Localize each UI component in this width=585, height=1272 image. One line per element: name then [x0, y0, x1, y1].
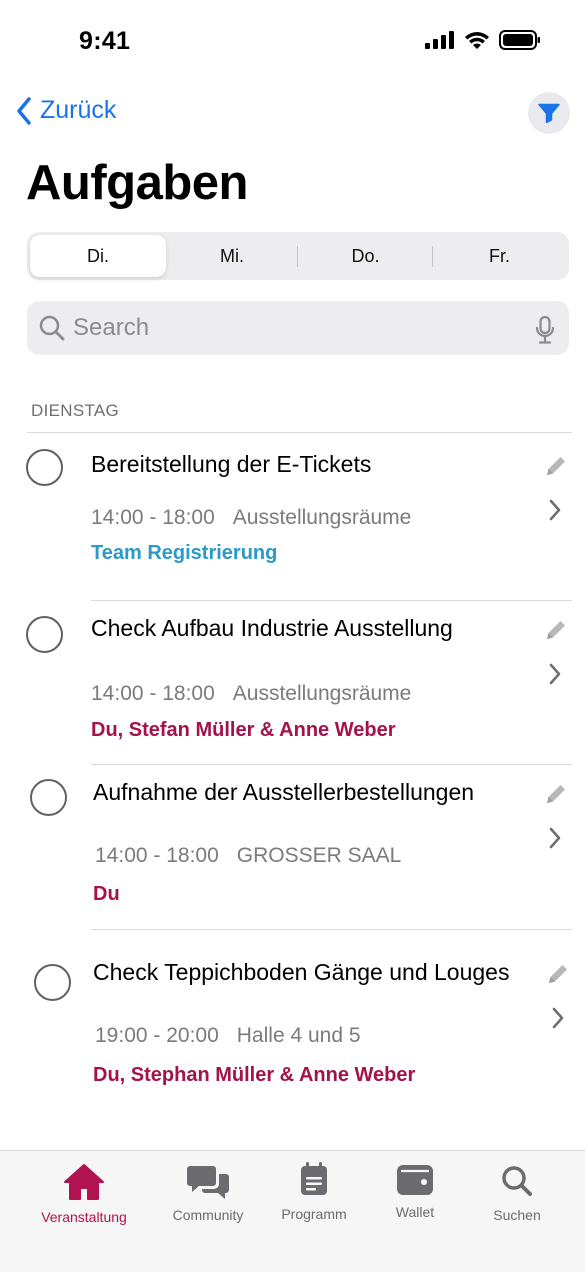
filter-icon	[538, 103, 560, 123]
tab-label: Wallet	[395, 1204, 435, 1220]
day-segmented-control: Di. Mi. Do. Fr.	[27, 232, 569, 280]
battery-icon	[499, 30, 540, 50]
task-location: Ausstellungsräume	[232, 682, 412, 705]
status-icons	[425, 30, 541, 50]
task-checkbox[interactable]	[34, 964, 71, 1001]
wifi-icon	[465, 31, 489, 49]
microphone-icon[interactable]	[535, 316, 555, 344]
task-assignee: Du	[93, 883, 120, 905]
segment-tuesday[interactable]: Di.	[30, 235, 166, 277]
chevron-right-icon[interactable]	[551, 1006, 565, 1030]
pencil-icon[interactable]	[545, 961, 571, 987]
search-icon	[39, 315, 65, 341]
task-location: Halle 4 und 5	[236, 1024, 361, 1047]
status-bar: 9:41	[0, 0, 585, 84]
task-row[interactable]: Check Teppichboden Gänge und Louges 19:0…	[0, 930, 585, 1100]
task-time: 14:00 - 18:00	[91, 506, 215, 529]
task-checkbox[interactable]	[26, 449, 63, 486]
tab-wallet[interactable]: Wallet	[360, 1151, 470, 1251]
tab-veranstaltung[interactable]: Veranstaltung	[29, 1151, 139, 1251]
task-time: 14:00 - 18:00	[95, 844, 219, 867]
segment-label: Fr.	[489, 245, 510, 266]
pencil-icon[interactable]	[543, 617, 569, 643]
chevron-right-icon[interactable]	[548, 662, 562, 686]
tab-programm[interactable]: Programm	[259, 1151, 369, 1251]
search-bar[interactable]	[27, 301, 569, 355]
home-icon	[64, 1164, 104, 1200]
task-checkbox[interactable]	[26, 616, 63, 653]
chevron-right-icon[interactable]	[548, 498, 562, 522]
task-title: Check Teppichboden Gänge und Louges	[93, 959, 510, 985]
cellular-signal-icon	[425, 31, 454, 49]
tab-label: Programm	[281, 1206, 347, 1222]
task-assignee: Du, Stefan Müller & Anne Weber	[91, 719, 396, 741]
task-title: Check Aufbau Industrie Ausstellung	[91, 615, 453, 641]
task-title: Bereitstellung der E-Tickets	[91, 451, 372, 477]
task-time: 14:00 - 18:00	[91, 682, 215, 705]
segment-label: Di.	[87, 245, 109, 266]
search-icon	[502, 1166, 532, 1196]
tab-bar: Veranstaltung Community Programm Wallet	[0, 1150, 585, 1272]
task-title: Aufnahme der Ausstellerbestellungen	[93, 779, 475, 805]
task-meta: 14:00 - 18:00 Ausstellungsräume	[91, 506, 411, 530]
task-location: Ausstellungsräume	[232, 506, 412, 529]
tab-label: Suchen	[493, 1207, 541, 1223]
segment-wednesday[interactable]: Mi.	[166, 235, 298, 277]
chevron-right-icon[interactable]	[548, 826, 562, 850]
pencil-icon[interactable]	[543, 453, 569, 479]
task-meta: 14:00 - 18:00 GROSSER SAAL	[95, 844, 401, 868]
back-label: Zurück	[40, 96, 117, 124]
task-row[interactable]: Check Aufbau Industrie Ausstellung 14:00…	[0, 601, 585, 764]
wallet-icon	[397, 1165, 433, 1195]
back-button[interactable]: Zurück	[16, 96, 116, 125]
task-assignee: Du, Stephan Müller & Anne Weber	[93, 1064, 416, 1086]
task-time: 19:00 - 20:00	[95, 1024, 219, 1047]
tab-label: Community	[172, 1207, 244, 1223]
task-assignee: Team Registrierung	[91, 542, 278, 564]
task-row[interactable]: Aufnahme der Ausstellerbestellungen 14:0…	[0, 765, 585, 929]
tab-suchen[interactable]: Suchen	[462, 1151, 572, 1251]
status-time: 9:41	[79, 27, 131, 55]
segment-friday[interactable]: Fr.	[433, 235, 566, 277]
segment-thursday[interactable]: Do.	[298, 235, 433, 277]
segment-label: Do.	[351, 245, 380, 266]
chat-bubbles-icon	[187, 1166, 229, 1199]
task-checkbox[interactable]	[30, 779, 67, 816]
segment-label: Mi.	[220, 245, 244, 266]
page-title: Aufgaben	[26, 156, 248, 210]
section-header: DIENSTAG	[31, 401, 120, 420]
task-location: GROSSER SAAL	[236, 844, 402, 867]
pencil-icon[interactable]	[543, 781, 569, 807]
task-meta: 19:00 - 20:00 Halle 4 und 5	[95, 1024, 361, 1048]
filter-button[interactable]	[528, 92, 570, 134]
task-row[interactable]: Bereitstellung der E-Tickets 14:00 - 18:…	[0, 433, 585, 601]
search-input[interactable]	[73, 301, 513, 355]
tab-label: Veranstaltung	[41, 1209, 127, 1225]
tab-community[interactable]: Community	[153, 1151, 263, 1251]
chevron-left-icon	[17, 96, 31, 125]
calendar-icon	[301, 1162, 327, 1195]
task-meta: 14:00 - 18:00 Ausstellungsräume	[91, 682, 411, 706]
